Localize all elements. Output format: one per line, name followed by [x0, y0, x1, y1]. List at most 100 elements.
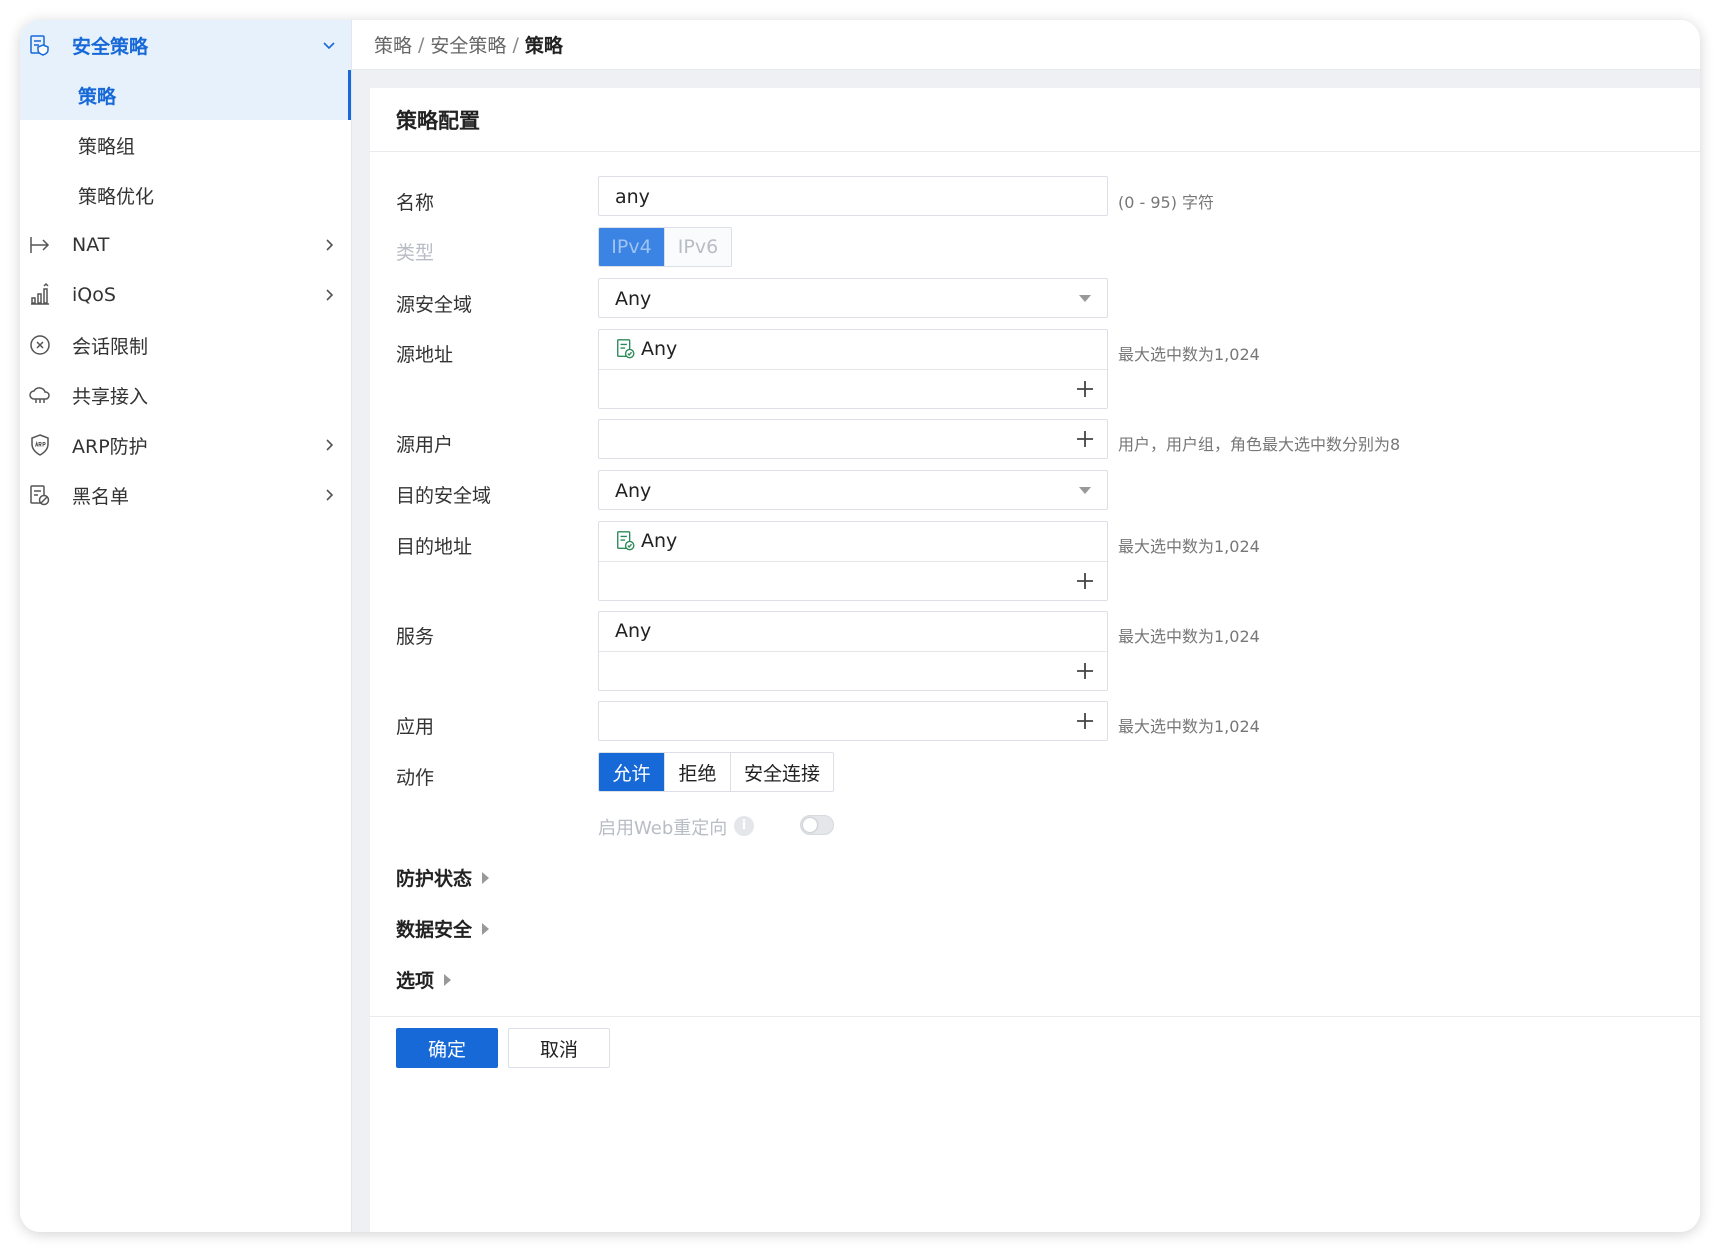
- app-window: 安全策略 策略 策略组 策略优化 NAT iQoS 会话限制 共享接入 ARP防…: [20, 20, 1700, 1232]
- action-label: 动作: [396, 767, 435, 789]
- caret-down-icon: [1079, 487, 1091, 494]
- blacklist-doc-icon: [28, 483, 52, 507]
- chevron-right-icon[interactable]: [321, 436, 337, 452]
- plus-icon[interactable]: [1075, 711, 1095, 731]
- web-redirect-toggle[interactable]: [800, 815, 834, 835]
- src-user-hint: 用户，用户组，角色最大选中数分别为8: [1118, 435, 1401, 454]
- sidebar: 安全策略 策略 策略组 策略优化 NAT iQoS 会话限制 共享接入 ARP防…: [20, 20, 352, 1232]
- info-icon[interactable]: i: [734, 816, 754, 836]
- sidebar-item-shared-access[interactable]: 共享接入: [20, 370, 351, 420]
- app-label: 应用: [396, 716, 435, 738]
- chevron-right-icon[interactable]: [321, 486, 337, 502]
- gutter: [352, 20, 370, 1232]
- type-label: 类型: [396, 242, 435, 264]
- plus-icon[interactable]: [1075, 429, 1095, 449]
- type-segmented: IPv4 IPv6: [598, 227, 732, 267]
- name-value: any: [615, 186, 650, 208]
- breadcrumb-level2[interactable]: 安全策略: [430, 31, 506, 58]
- action-segmented: 允许 拒绝 安全连接: [598, 752, 834, 792]
- ok-button[interactable]: 确定: [396, 1028, 498, 1068]
- service-value: Any: [615, 620, 652, 642]
- chevron-right-icon[interactable]: [321, 286, 337, 302]
- name-input[interactable]: any: [598, 176, 1108, 216]
- type-option-ipv4[interactable]: IPv4: [599, 228, 665, 266]
- src-zone-select[interactable]: Any: [598, 278, 1108, 318]
- name-hint: (0 - 95) 字符: [1118, 193, 1215, 212]
- sidebar-item-label: 会话限制: [72, 335, 149, 358]
- plus-icon[interactable]: [1075, 571, 1095, 591]
- sidebar-item-arp-protection[interactable]: ARP防护: [20, 420, 351, 470]
- dst-addr-picker[interactable]: Any: [598, 521, 1108, 601]
- sidebar-subitem-policy-group[interactable]: 策略组: [20, 120, 351, 170]
- src-addr-value: Any: [641, 338, 678, 360]
- breadcrumb-separator: /: [418, 33, 425, 56]
- sidebar-subitem-policy-optimize[interactable]: 策略优化: [20, 170, 351, 220]
- sidebar-item-nat[interactable]: NAT: [20, 220, 351, 270]
- cancel-button[interactable]: 取消: [508, 1028, 610, 1068]
- triangle-right-icon: [482, 871, 490, 884]
- action-option-allow[interactable]: 允许: [599, 753, 665, 791]
- breadcrumb-level1[interactable]: 策略: [374, 31, 412, 58]
- dst-addr-label: 目的地址: [396, 536, 473, 558]
- sidebar-item-iqos[interactable]: iQoS: [20, 270, 351, 320]
- type-option-ipv6[interactable]: IPv6: [665, 228, 731, 266]
- service-hint: 最大选中数为1,024: [1118, 627, 1260, 646]
- triangle-right-icon: [482, 922, 490, 935]
- caret-down-icon: [1079, 295, 1091, 302]
- arp-shield-icon: [28, 433, 52, 457]
- plus-icon[interactable]: [1075, 379, 1095, 399]
- sidebar-item-label: 安全策略: [72, 35, 149, 58]
- dst-zone-label: 目的安全域: [396, 485, 492, 507]
- main-content: 策略配置 名称 any (0 - 95) 字符 类型 IPv4 IPv6 源安全…: [370, 88, 1700, 1232]
- src-addr-label: 源地址: [396, 344, 454, 366]
- src-user-label: 源用户: [396, 434, 454, 456]
- dst-zone-select[interactable]: Any: [598, 470, 1108, 510]
- service-picker[interactable]: Any: [598, 611, 1108, 691]
- sidebar-subitem-policy[interactable]: 策略: [20, 70, 351, 120]
- breadcrumb: 策略 / 安全策略 / 策略: [352, 20, 1700, 70]
- page-title: 策略配置: [370, 88, 1700, 152]
- top-gap: [370, 70, 1700, 88]
- src-addr-hint: 最大选中数为1,024: [1118, 345, 1260, 364]
- address-object-icon: [615, 338, 637, 360]
- src-user-picker[interactable]: [598, 419, 1108, 459]
- sidebar-item-blacklist[interactable]: 黑名单: [20, 470, 351, 520]
- section-label: 选项: [396, 970, 435, 992]
- section-label: 防护状态: [396, 868, 473, 890]
- triangle-right-icon: [444, 973, 452, 986]
- src-addr-picker[interactable]: Any: [598, 329, 1108, 409]
- section-options[interactable]: 选项: [396, 966, 452, 993]
- app-picker[interactable]: [598, 701, 1108, 741]
- app-hint: 最大选中数为1,024: [1118, 717, 1260, 736]
- action-option-deny[interactable]: 拒绝: [665, 753, 731, 791]
- plus-icon[interactable]: [1075, 661, 1095, 681]
- sidebar-item-session-limit[interactable]: 会话限制: [20, 320, 351, 370]
- sidebar-item-security-policy[interactable]: 安全策略: [20, 20, 351, 70]
- section-label: 数据安全: [396, 919, 473, 941]
- bar-chart-icon: [28, 282, 52, 307]
- divider: [599, 561, 1107, 562]
- dst-zone-value: Any: [615, 480, 652, 502]
- nat-arrow-icon: [28, 233, 52, 257]
- name-label: 名称: [396, 192, 435, 214]
- service-label: 服务: [396, 626, 435, 648]
- circle-x-icon: [28, 333, 52, 357]
- dst-addr-value: Any: [641, 530, 678, 552]
- web-redirect-label: 启用Web重定向: [598, 818, 728, 839]
- sidebar-item-label: iQoS: [72, 284, 116, 306]
- chevron-right-icon[interactable]: [321, 236, 337, 252]
- action-option-secure-connect[interactable]: 安全连接: [731, 753, 833, 791]
- divider: [599, 651, 1107, 652]
- src-zone-label: 源安全域: [396, 294, 473, 316]
- footer-divider: [370, 1016, 1700, 1017]
- dst-addr-hint: 最大选中数为1,024: [1118, 537, 1260, 556]
- cloud-network-icon: [28, 383, 52, 407]
- divider: [599, 369, 1107, 370]
- section-protection-status[interactable]: 防护状态: [396, 864, 490, 891]
- sidebar-item-label: ARP防护: [72, 435, 148, 458]
- src-zone-value: Any: [615, 288, 652, 310]
- chevron-down-icon[interactable]: [321, 36, 337, 52]
- section-data-security[interactable]: 数据安全: [396, 915, 490, 942]
- sidebar-item-label: 黑名单: [72, 485, 130, 508]
- sidebar-item-label: NAT: [72, 234, 110, 256]
